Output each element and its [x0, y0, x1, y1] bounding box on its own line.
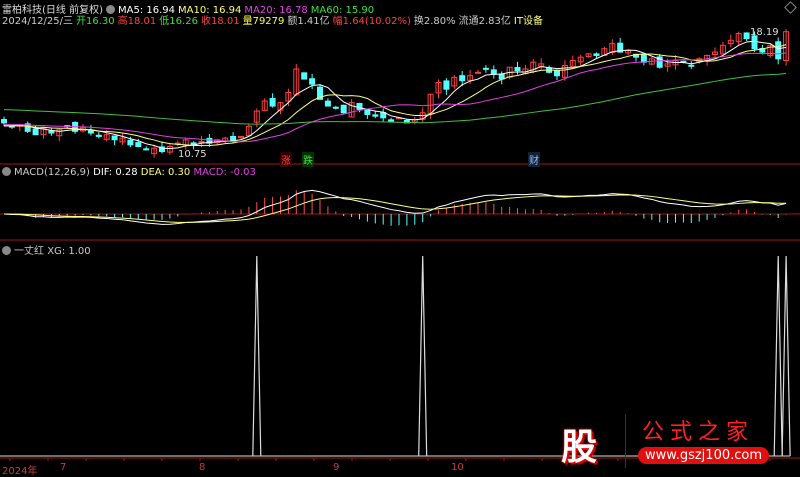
collapse-icon[interactable]	[2, 246, 11, 255]
close-label: 收	[200, 16, 211, 27]
xg-value: XG: 1.00	[47, 246, 91, 257]
candle-body	[269, 98, 276, 107]
open-value: 16.30	[86, 16, 115, 27]
macd-title: MACD(12,26,9)	[14, 167, 90, 178]
low-label: 低	[159, 16, 170, 27]
die-marker[interactable]: 跌	[302, 152, 314, 167]
logo-glyph: 股	[561, 427, 598, 468]
logo-url: www.gszj100.com	[638, 447, 770, 464]
collapse-icon[interactable]	[2, 167, 11, 176]
vol-value: 79279	[252, 16, 285, 27]
xg-signal-spike	[252, 255, 262, 457]
xg-signal-spike	[781, 255, 791, 457]
dea-value: DEA: 0.30	[140, 167, 191, 178]
candle-body	[775, 41, 782, 60]
axis-month-9: 9	[333, 462, 340, 473]
zhang-marker[interactable]: 涨	[280, 152, 292, 167]
candle-body	[332, 106, 339, 109]
high-value: 18.01	[127, 16, 157, 27]
candle-body	[143, 148, 150, 151]
high-label: 高	[117, 16, 128, 27]
candle-body	[688, 64, 695, 67]
candle-body	[87, 130, 94, 134]
date: 2024/12/25/三	[2, 16, 74, 27]
candle-body	[475, 71, 481, 74]
candle-body	[198, 140, 205, 143]
candle-body	[324, 100, 331, 107]
macd-value: MACD: -0.03	[193, 167, 256, 178]
candle-body	[48, 130, 55, 134]
axis-month-8: 8	[199, 462, 206, 473]
candle-body	[743, 32, 750, 40]
candle-body	[443, 80, 450, 90]
dif-line	[3, 189, 787, 225]
float-value: 流通2.83亿	[458, 16, 511, 27]
turnover-value: 换2.80%	[413, 16, 456, 27]
candle-body	[372, 114, 379, 117]
dea-line	[3, 194, 787, 223]
candle-body	[482, 67, 489, 70]
amount-value: 额1.41亿	[287, 16, 330, 27]
candle-body	[127, 139, 134, 146]
chg-label: 幅	[332, 16, 343, 27]
quote-line: 2024/12/25/三 开16.30 高18.01 低16.26 收18.01 量792…	[2, 12, 546, 27]
candle-body	[32, 128, 39, 136]
candle-body	[1, 119, 7, 124]
xg-title: 一丈红	[14, 246, 44, 257]
candle-body	[340, 104, 347, 114]
candle-body	[111, 135, 118, 141]
open-label: 开	[76, 16, 87, 27]
high-price-label: 18.19	[750, 27, 779, 38]
logo-divider	[625, 414, 626, 468]
candle-body	[554, 70, 560, 77]
ma10-line	[4, 44, 787, 147]
cai-marker[interactable]: 财	[528, 152, 540, 167]
stock-chart[interactable]	[0, 0, 800, 474]
candle-body	[364, 109, 371, 115]
close-value: 18.01	[210, 16, 240, 27]
logo-name: 公式之家	[642, 420, 755, 445]
vol-label: 量	[242, 16, 253, 27]
low-price-label: 10.75	[178, 149, 207, 160]
axis-month-10: 10	[451, 462, 464, 473]
macd-header: MACD(12,26,9) DIF: 0.28 DEA: 0.30 MACD: …	[2, 167, 256, 178]
xg-header: 一丈红 XG: 1.00	[2, 242, 91, 257]
axis-year: 2024年	[2, 466, 38, 477]
candle-body	[459, 75, 466, 82]
chg-value: 1.64(10.02%)	[342, 16, 411, 27]
dif-value: DIF: 0.28	[93, 167, 138, 178]
candle-body	[135, 142, 142, 148]
sector-value: IT设备	[513, 16, 543, 27]
candle-body	[388, 119, 395, 122]
axis-month-7: 7	[60, 462, 67, 473]
candle-body	[593, 53, 600, 56]
candle-body	[514, 67, 521, 72]
low-value: 16.26	[169, 16, 198, 27]
candle-body	[95, 134, 102, 137]
candle-body	[301, 72, 308, 80]
xg-signal-spike	[773, 255, 783, 457]
candle-body	[640, 53, 647, 63]
candle-body	[309, 78, 316, 85]
xg-signal-spike	[418, 255, 428, 457]
watermark-logo: 股 公式之家 www.gszj100.com	[555, 412, 775, 470]
candle-body	[490, 69, 497, 75]
